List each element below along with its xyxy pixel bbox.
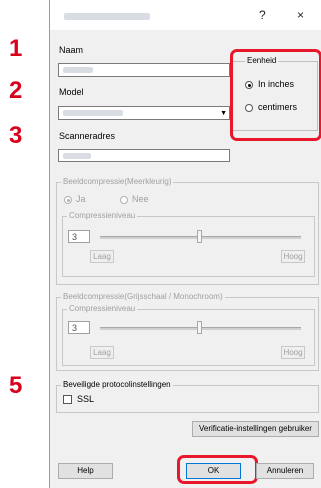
level-kleur-value: 3 (72, 232, 78, 242)
chevron-down-icon: ▼ (220, 110, 227, 117)
naam-field[interactable] (58, 63, 230, 77)
compressieniveau-kleur-title: Compressieniveau (67, 211, 138, 220)
level-grijs-value: 3 (72, 323, 78, 333)
compressieniveau-grijs-group: Compressieniveau 3 Laag Hoog (62, 304, 315, 366)
beeldcompressie-grijs-group: Beeldcompressie(Grijsschaal / Monochroom… (56, 292, 319, 371)
beveiligd-title: Beveiligde protocolinstellingen (61, 380, 173, 389)
annuleren-button[interactable]: Annuleren (256, 463, 314, 479)
scanneradres-value-blurred (63, 153, 91, 159)
step-number-3: 3 (9, 122, 23, 149)
laag-kleur-button[interactable]: Laag (90, 250, 114, 263)
ja-label: Ja (76, 194, 86, 204)
title-text-blurred (64, 13, 150, 20)
naam-value-blurred (63, 67, 93, 73)
nee-radio[interactable] (120, 196, 128, 204)
ssl-checkbox[interactable] (63, 395, 72, 404)
ssl-label: SSL (77, 394, 95, 404)
compressieniveau-kleur-group: Compressieniveau 3 Laag Hoog (62, 211, 315, 277)
step-number-5: 5 (9, 372, 23, 399)
nee-label: Nee (132, 194, 149, 204)
title-bar: ? × (50, 0, 321, 30)
driver-dialog: ? × Naam Model ▼ Eenheid In inches centi… (49, 0, 321, 488)
level-grijs-field[interactable]: 3 (68, 321, 90, 334)
compressieniveau-grijs-title: Compressieniveau (67, 304, 138, 313)
beeldcompressie-kleur-group: Beeldcompressie(Meerkleurig) Ja Nee Comp… (56, 177, 319, 285)
scanneradres-field[interactable] (58, 149, 230, 162)
model-select[interactable]: ▼ (58, 106, 230, 120)
model-label: Model (59, 87, 84, 97)
highlight-eenheid (230, 49, 321, 141)
beeldcompressie-grijs-title: Beeldcompressie(Grijsschaal / Monochroom… (61, 292, 225, 301)
beveiligd-group: Beveiligde protocolinstellingen SSL (56, 380, 319, 413)
slider-grijs-thumb[interactable] (197, 321, 202, 334)
level-kleur-field[interactable]: 3 (68, 230, 90, 243)
help-button[interactable]: Help (58, 463, 113, 479)
hoog-grijs-button[interactable]: Hoog (281, 346, 305, 359)
highlight-ok (177, 455, 258, 484)
laag-grijs-button[interactable]: Laag (90, 346, 114, 359)
scanneradres-label: Scanneradres (59, 131, 116, 141)
model-value-blurred (63, 110, 123, 116)
naam-label: Naam (59, 45, 84, 55)
verificatie-instellingen-button[interactable]: Verificatie-instellingen gebruiker (192, 421, 319, 437)
slider-kleur-thumb[interactable] (197, 230, 202, 243)
ja-radio[interactable] (64, 196, 72, 204)
step-number-2: 2 (9, 77, 23, 104)
help-title-button[interactable]: ? (259, 8, 266, 22)
step-number-1: 1 (9, 35, 23, 62)
close-icon[interactable]: × (297, 8, 304, 22)
beeldcompressie-kleur-title: Beeldcompressie(Meerkleurig) (61, 177, 174, 186)
hoog-kleur-button[interactable]: Hoog (281, 250, 305, 263)
